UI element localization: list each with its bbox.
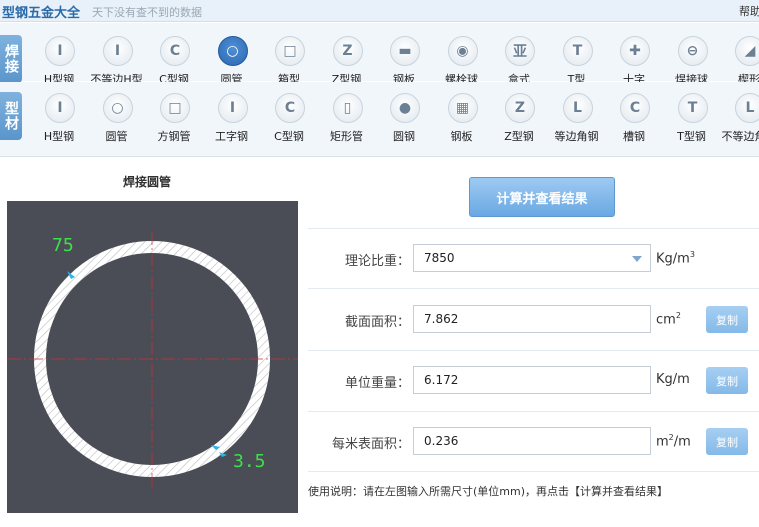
tool-box-type[interactable]: 亚盒式 [491, 27, 547, 86]
equal-angle-icon: L [562, 93, 593, 123]
density-value: 7850 [424, 251, 455, 265]
h-beam-icon: Ⅰ [45, 93, 75, 123]
z-section-icon: Z [505, 93, 535, 123]
t-section-icon: T [562, 36, 593, 66]
weight-value: 6.172 [424, 373, 459, 387]
profile-toolbar: 型材 Ⅰ H型钢 ○ 圆管 □ 方钢管 Ⅰ 工字钢 C C型钢 ▯ 矩形管 ● 圆钢 ▦ 钢板 Z Z型钢 L 等边角… [0, 82, 759, 157]
row-divider [308, 411, 759, 412]
box-type-icon: 亚 [505, 36, 535, 66]
diameter-label[interactable]: 75 [52, 235, 74, 256]
tool-steel-plate[interactable]: ▬ 钢板 [376, 27, 432, 86]
surface-unit: m2/m [656, 433, 691, 450]
tool-c-channel[interactable]: C C型钢 [146, 27, 202, 86]
section-drawing: 75 3.5 [7, 201, 298, 513]
tool-cross-section[interactable]: ✚ 十字 [606, 27, 662, 86]
thickness-label[interactable]: 3.5 [233, 451, 266, 472]
bolt-ball-icon: ◉ [447, 36, 478, 66]
tool-c-channel[interactable]: C C型钢 [261, 84, 317, 143]
tool-round-tube[interactable]: ○ 圆管 [89, 84, 145, 143]
square-tube-icon: □ [160, 93, 190, 123]
area-label: 截面面积： [344, 315, 410, 330]
tool-unequal-h[interactable]: Ⅰ 不等边H型 [89, 27, 145, 86]
tool-t-section[interactable]: T T型钢 [664, 84, 720, 143]
weld-toolbar: 焊接 Ⅰ H型钢 Ⅰ 不等边H型 C C型钢 ○ 圆管 □ 箱型 Z Z型钢 ▬ 钢板 ◉ 螺栓球亚盒式 T T型… [0, 23, 759, 86]
tool-rect-tube[interactable]: ▯ 矩形管 [319, 84, 375, 143]
tool-z-section[interactable]: Z Z型钢 [491, 84, 547, 143]
rect-tube-icon: ▯ [332, 93, 363, 123]
row-divider [308, 471, 759, 472]
tool-square-tube[interactable]: □ 方钢管 [146, 84, 202, 143]
title-bar: 型钢五金大全 天下没有查不到的数据 帮助 [0, 0, 759, 22]
tool-welded-ball[interactable]: ⊖ 焊接球 [664, 27, 720, 86]
tool-round-bar[interactable]: ● 圆钢 [376, 84, 432, 143]
box-section-icon: □ [275, 36, 305, 66]
copy-area-button[interactable]: 复制 [706, 306, 748, 333]
channel-icon: C [620, 93, 650, 123]
tool-wedge[interactable]: ◢ 楔形 [721, 27, 759, 86]
z-section-icon: Z [332, 36, 363, 66]
weld-group-label[interactable]: 焊接 [0, 35, 22, 83]
tool-unequal-angle[interactable]: L 不等边角钢 [721, 84, 759, 143]
round-tube-icon: ○ [217, 36, 248, 66]
app-subtitle: 天下没有查不到的数据 [92, 6, 202, 19]
h-beam-icon: Ⅰ [45, 36, 75, 66]
app-title: 型钢五金大全 [2, 6, 81, 21]
surface-field[interactable]: 0.236 [413, 427, 651, 455]
surface-value: 0.236 [424, 434, 459, 448]
calculate-button[interactable]: 计算并查看结果 [469, 177, 615, 217]
tube-section-svg: 75 3.5 [7, 231, 298, 491]
tool-steel-plate[interactable]: ▦ 钢板 [434, 84, 490, 143]
c-channel-icon: C [160, 36, 190, 66]
round-tube-icon: ○ [102, 93, 133, 123]
t-section-icon: T [677, 93, 708, 123]
copy-weight-button[interactable]: 复制 [706, 367, 748, 394]
density-unit: Kg/m3 [656, 250, 695, 267]
tool-h-beam[interactable]: Ⅰ H型钢 [31, 27, 87, 86]
tool-bolt-ball[interactable]: ◉ 螺栓球 [434, 27, 490, 86]
weight-field[interactable]: 6.172 [413, 366, 651, 394]
copy-surface-button[interactable]: 复制 [706, 428, 748, 455]
tool-channel[interactable]: C 槽钢 [606, 84, 662, 143]
usage-note: 使用说明：请在左图输入所需尺寸(单位mm)，再点击【计算并查看结果】 [308, 485, 669, 498]
i-beam-icon: Ⅰ [217, 93, 248, 123]
area-value: 7.862 [424, 312, 459, 326]
profile-group-label[interactable]: 型材 [0, 92, 22, 140]
unequal-angle-icon: L [735, 93, 759, 123]
area-unit: cm2 [656, 311, 681, 328]
steel-plate-icon: ▬ [390, 36, 420, 66]
cross-section-icon: ✚ [620, 36, 650, 66]
drawing-title: 焊接圆管 [123, 175, 172, 189]
tool-label: 不等边角钢 [721, 130, 759, 143]
tool-h-beam[interactable]: Ⅰ H型钢 [31, 84, 87, 143]
unequal-h-icon: Ⅰ [102, 36, 133, 66]
weight-unit: Kg/m [656, 372, 690, 387]
surface-label: 每米表面积： [331, 437, 410, 452]
tool-equal-angle[interactable]: L 等边角钢 [549, 84, 605, 143]
density-label: 理论比重： [344, 254, 410, 269]
weight-label: 单位重量： [344, 376, 410, 391]
row-divider [308, 228, 759, 229]
tool-i-beam[interactable]: Ⅰ 工字钢 [204, 84, 260, 143]
steel-plate-icon: ▦ [447, 93, 478, 123]
chevron-down-icon[interactable] [632, 256, 642, 262]
round-bar-icon: ● [390, 93, 420, 123]
help-link[interactable]: 帮助 [739, 3, 759, 19]
area-field[interactable]: 7.862 [413, 305, 651, 333]
tool-z-section[interactable]: Z Z型钢 [319, 27, 375, 86]
row-divider [308, 350, 759, 351]
c-channel-icon: C [275, 93, 305, 123]
tool-t-section[interactable]: T T型 [549, 27, 605, 86]
wedge-icon: ◢ [735, 36, 759, 66]
welded-ball-icon: ⊖ [677, 36, 708, 66]
density-select[interactable]: 7850 [413, 244, 651, 272]
row-divider [308, 288, 759, 289]
tool-round-tube[interactable]: ○ 圆管 [204, 27, 260, 86]
tool-box-section[interactable]: □ 箱型 [261, 27, 317, 86]
